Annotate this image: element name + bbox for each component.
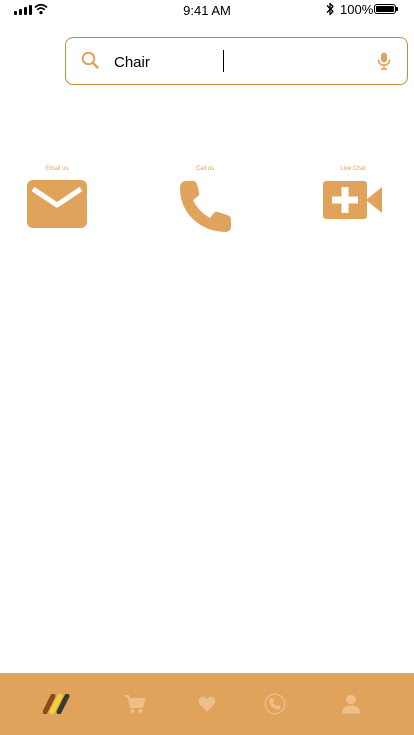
brand-logo-icon[interactable] [43,694,73,714]
video-plus-icon[interactable] [323,180,383,220]
battery-icon [374,4,398,14]
tab-cart[interactable] [118,687,152,721]
live-chat-label: Live Chat [340,166,366,172]
tab-favorites[interactable] [190,687,224,721]
heart-icon[interactable] [198,696,216,712]
battery-percent: 100% [340,2,374,17]
search-input[interactable] [114,50,364,74]
email-us-label: Email us [45,166,69,172]
call-us-label: Call us [195,166,215,172]
person-icon[interactable] [341,694,361,714]
text-cursor [223,50,224,72]
tab-bar [0,673,414,735]
search-icon[interactable] [81,51,99,69]
email-us-option[interactable]: Email us [12,164,102,228]
call-us-option[interactable]: Call us [160,164,250,234]
microphone-icon[interactable] [377,52,391,70]
live-chat-option[interactable]: Live Chat [308,164,398,220]
tab-support[interactable] [258,687,292,721]
bluetooth-icon [326,2,334,16]
tab-home[interactable] [41,687,75,721]
search-bar[interactable] [65,37,408,85]
tab-profile[interactable] [334,687,368,721]
envelope-icon[interactable] [27,180,87,228]
status-bar: 9:41 AM 100% [0,0,414,20]
phone-circle-icon[interactable] [264,693,286,715]
cart-icon[interactable] [124,694,146,714]
phone-icon[interactable] [178,180,232,234]
